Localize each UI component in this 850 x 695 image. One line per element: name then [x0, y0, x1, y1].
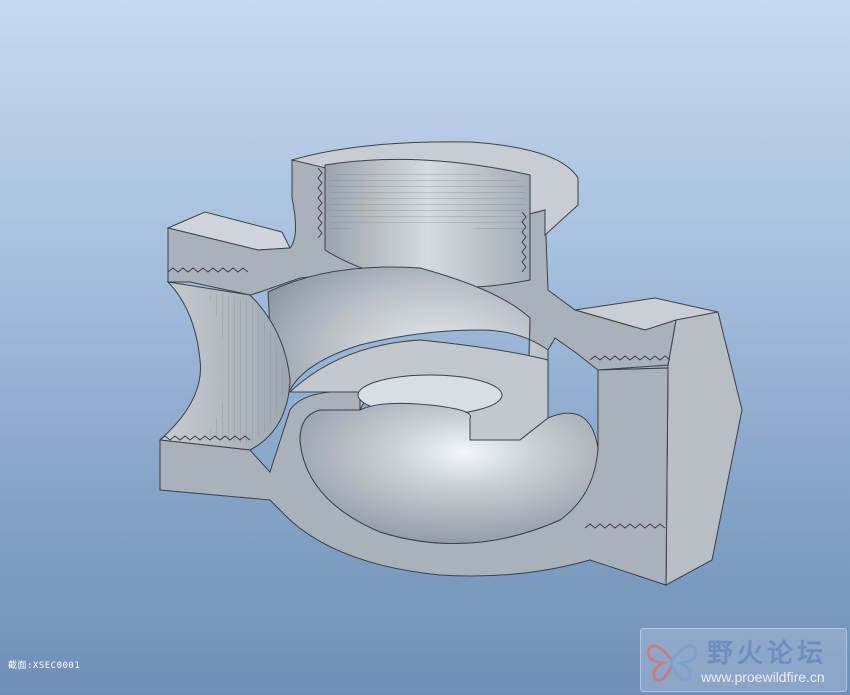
watermark-title: 野火论坛	[707, 639, 828, 669]
graphics-viewport[interactable]: 截面:XSEC0001 野火论坛 www.proewildfire.cn	[0, 0, 850, 695]
forum-watermark: 野火论坛 www.proewildfire.cn	[640, 628, 847, 692]
butterfly-logo-icon	[646, 644, 698, 682]
watermark-url: www.proewildfire.cn	[701, 669, 825, 685]
right-hex-end	[665, 311, 743, 586]
valve-section-model[interactable]	[0, 0, 850, 695]
section-name-label: 截面:XSEC0001	[8, 661, 81, 671]
